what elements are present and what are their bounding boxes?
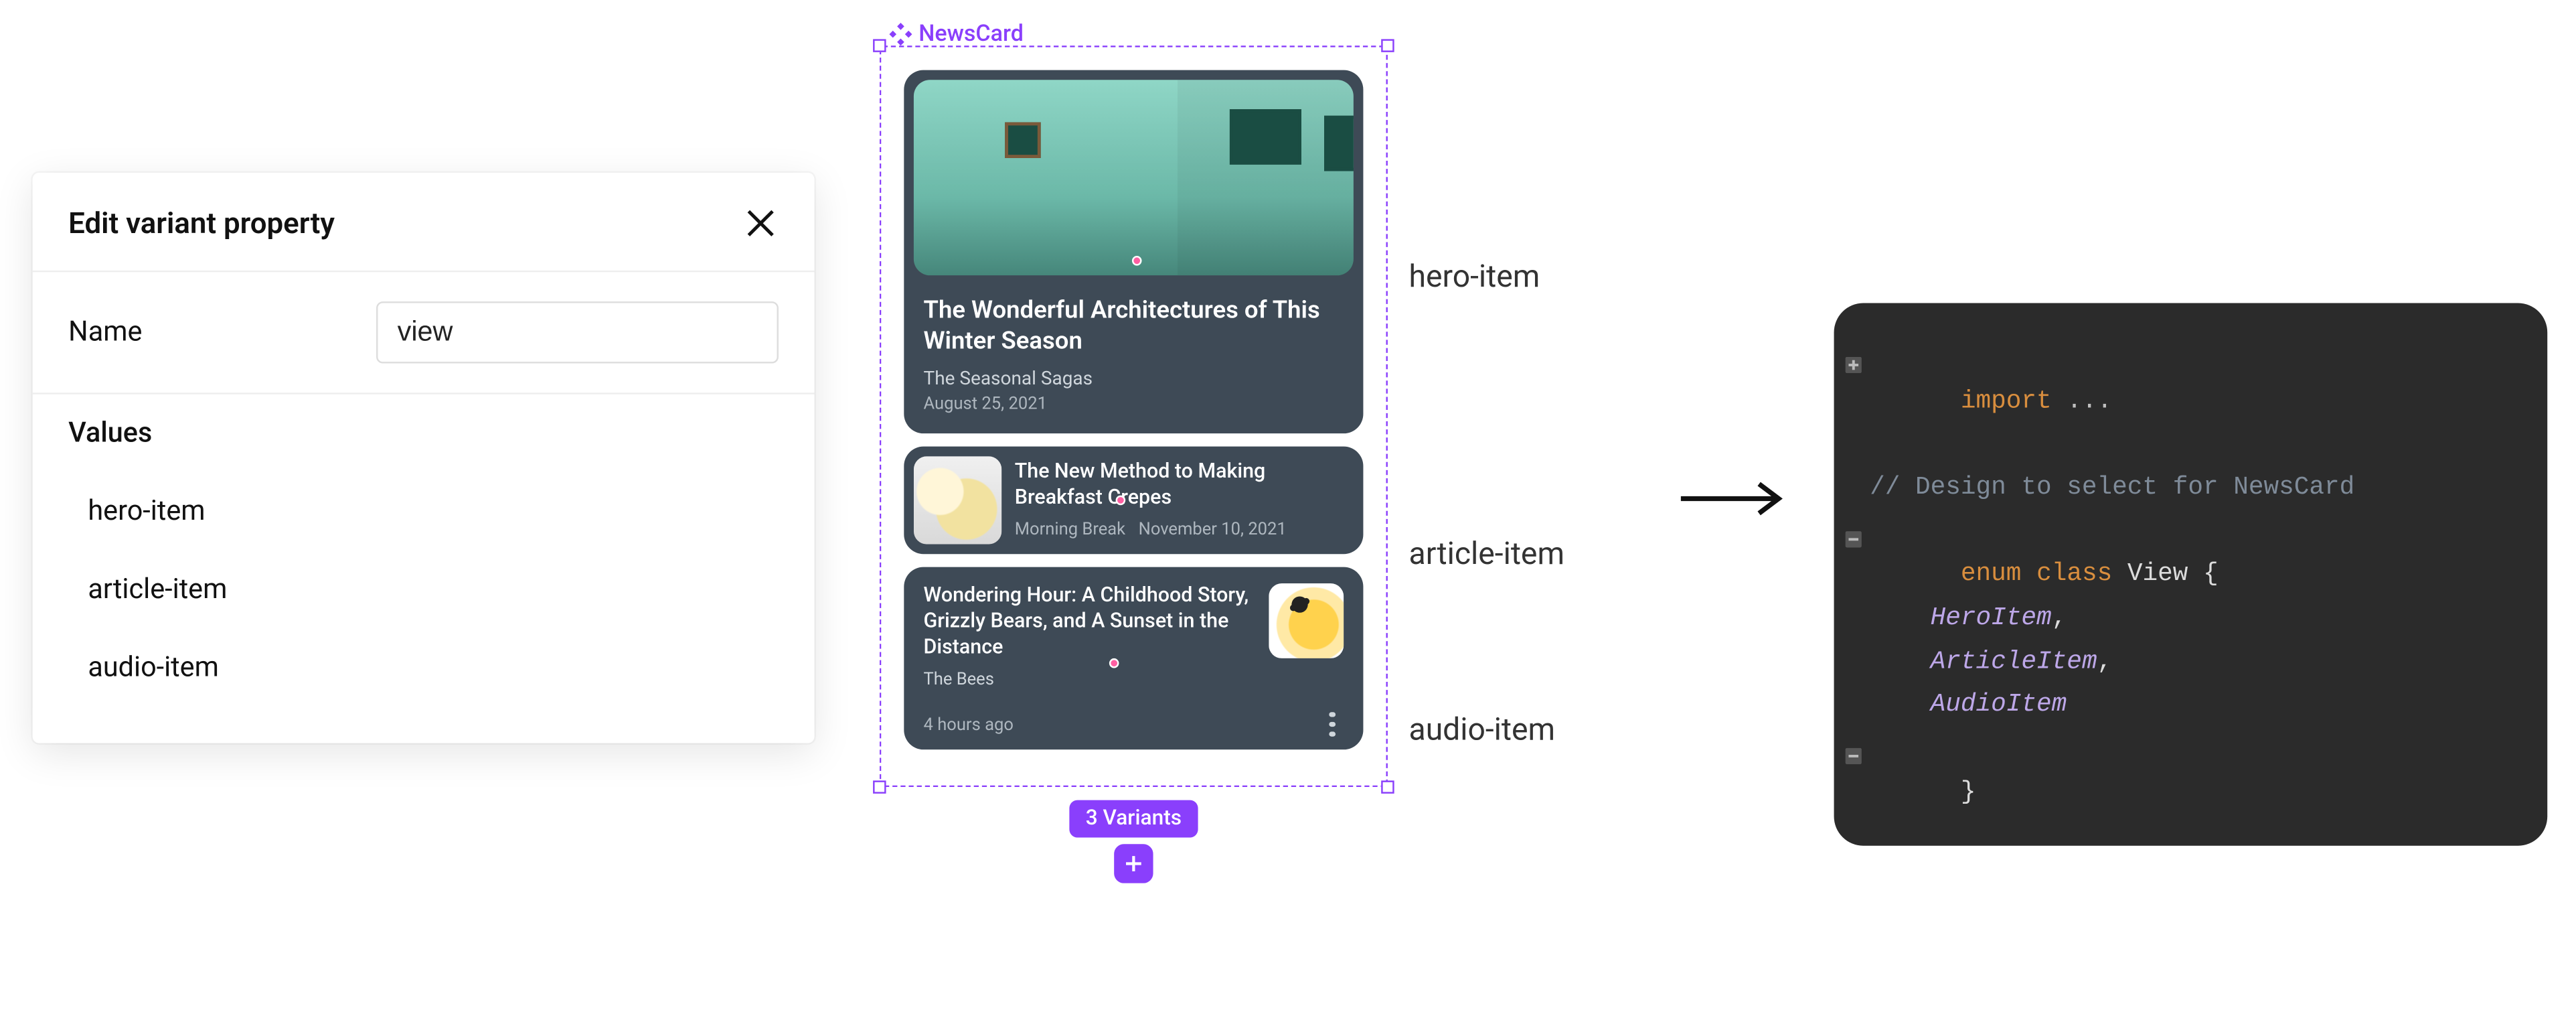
- hero-image: [914, 80, 1354, 275]
- component-frame-wrap: NewsCard The Wonderful Architectures of …: [880, 46, 1388, 787]
- component-icon: [889, 23, 912, 46]
- hero-subtitle: The Seasonal Sagas: [924, 366, 1344, 388]
- code-line-import: import ...: [1847, 336, 2534, 423]
- article-source: Morning Break: [1015, 518, 1125, 540]
- selection-handle-bl[interactable]: [873, 780, 886, 793]
- article-thumb: [914, 455, 1001, 543]
- code-line-comment: // Design to select for NewsCard: [1847, 466, 2534, 510]
- value-item-article[interactable]: article-item: [68, 551, 779, 629]
- article-title: The New Method to Making Breakfast Crepe…: [1015, 459, 1354, 512]
- article-body: The New Method to Making Breakfast Crepe…: [1015, 459, 1354, 539]
- kw-enum: enum: [1961, 559, 2022, 589]
- variant-label-hero: hero-item: [1409, 257, 1540, 295]
- variants-badge[interactable]: 3 Variants: [1069, 800, 1198, 837]
- panel-header: Edit variant property: [33, 173, 815, 272]
- selection-handle-tr[interactable]: [1381, 39, 1394, 52]
- comment-text: // Design to select for NewsCard: [1870, 472, 2354, 502]
- enum-articleitem: ArticleItem: [1931, 646, 2097, 676]
- component-frame[interactable]: The Wonderful Architectures of This Wint…: [880, 46, 1388, 787]
- article-date: November 10, 2021: [1139, 518, 1287, 540]
- enum-heroitem: HeroItem: [1931, 603, 2052, 632]
- type-view: View: [2127, 559, 2188, 589]
- audio-thumb: [1269, 583, 1344, 658]
- name-row: Name: [33, 272, 815, 394]
- kw-class: class: [2036, 559, 2112, 589]
- values-label: Values: [68, 417, 779, 450]
- enum-audioitem: AudioItem: [1931, 690, 2067, 719]
- add-variant-button[interactable]: [1114, 844, 1153, 883]
- code-line-heroitem: HeroItem,: [1847, 596, 2534, 640]
- hero-title: The Wonderful Architectures of This Wint…: [924, 295, 1344, 356]
- name-label: Name: [68, 316, 343, 349]
- anchor-dot-icon: [1132, 256, 1142, 266]
- hero-date: August 25, 2021: [924, 392, 1344, 413]
- brace-open: {: [2188, 559, 2218, 589]
- code-block: import ... // Design to select for NewsC…: [1834, 303, 2548, 847]
- brace-close: }: [1961, 776, 1976, 806]
- selection-handle-tl[interactable]: [873, 39, 886, 52]
- component-label[interactable]: NewsCard: [889, 21, 1024, 48]
- newscard-audio-item[interactable]: Wondering Hour: A Childhood Story, Grizz…: [904, 566, 1363, 749]
- newscard-hero-item[interactable]: The Wonderful Architectures of This Wint…: [904, 70, 1363, 433]
- code-line-articleitem: ArticleItem,: [1847, 640, 2534, 683]
- kw-import: import: [1961, 386, 2052, 415]
- variant-label-article: article-item: [1409, 534, 1564, 572]
- name-input[interactable]: [376, 301, 779, 363]
- gutter-plus-icon[interactable]: [1846, 346, 1862, 362]
- component-name: NewsCard: [918, 21, 1024, 48]
- code-line-blank: [1847, 423, 2534, 466]
- audio-source: The Bees: [924, 668, 1253, 690]
- gutter-end-icon[interactable]: [1846, 736, 1862, 752]
- close-icon[interactable]: [742, 206, 779, 242]
- audio-time: 4 hours ago: [924, 714, 1014, 735]
- values-section: Values hero-item article-item audio-item: [33, 394, 815, 743]
- value-item-audio[interactable]: audio-item: [68, 629, 779, 707]
- code-line-audioitem: AudioItem: [1847, 683, 2534, 727]
- gutter-minus-icon[interactable]: [1846, 519, 1862, 535]
- hero-text: The Wonderful Architectures of This Wint…: [904, 285, 1363, 433]
- code-line-enum: enum class View {: [1847, 510, 2534, 597]
- arrow-icon: [1678, 479, 1791, 518]
- value-item-hero[interactable]: hero-item: [68, 473, 779, 551]
- edit-variant-panel: Edit variant property Name Values hero-i…: [33, 173, 815, 743]
- audio-title: Wondering Hour: A Childhood Story, Grizz…: [924, 583, 1253, 662]
- selection-handle-br[interactable]: [1381, 780, 1394, 793]
- import-dots: ...: [2052, 386, 2113, 415]
- panel-title: Edit variant property: [68, 206, 335, 240]
- kebab-menu-icon[interactable]: [1321, 713, 1344, 736]
- variant-label-audio: audio-item: [1409, 711, 1556, 748]
- newscard-article-item[interactable]: The New Method to Making Breakfast Crepe…: [904, 445, 1363, 553]
- article-meta: Morning Break November 10, 2021: [1015, 518, 1354, 540]
- stage: Edit variant property Name Values hero-i…: [0, 0, 2573, 1010]
- code-line-brace-close: }: [1847, 727, 2534, 814]
